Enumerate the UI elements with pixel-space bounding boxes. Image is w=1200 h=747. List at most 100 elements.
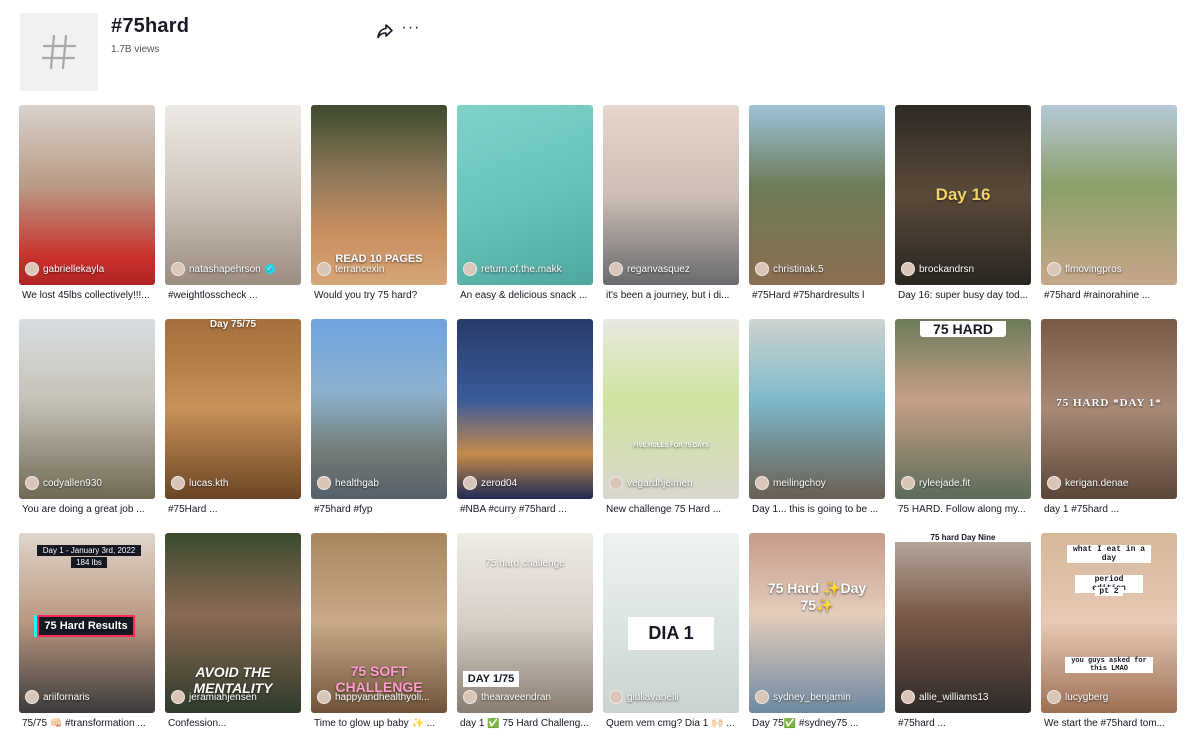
- video-thumbnail[interactable]: codyallen930: [19, 319, 155, 499]
- video-thumbnail[interactable]: meilingchoy: [749, 319, 885, 499]
- author-link[interactable]: allie_williams13: [901, 690, 1027, 704]
- author-link[interactable]: lucygberg: [1047, 690, 1173, 704]
- video-card[interactable]: 75 SOFT CHALLENGE happyandhealthyoli... Ti…: [311, 533, 447, 747]
- video-card[interactable]: return.of.the.makk An easy & delicious sn…: [457, 105, 593, 319]
- video-thumbnail[interactable]: natashapehrson ✓: [165, 105, 301, 285]
- video-caption[interactable]: Day 1... this is going to be ...: [752, 504, 885, 515]
- video-caption[interactable]: New challenge 75 Hard ...: [606, 504, 739, 515]
- video-thumbnail[interactable]: healthgab: [311, 319, 447, 499]
- video-thumbnail[interactable]: what I eat in a daylucygbergperiod editi…: [1041, 533, 1177, 713]
- video-caption[interactable]: #75hard #fyp: [314, 504, 447, 515]
- video-card[interactable]: 75 Hard Results ariifornaris Day 1 - Janua…: [19, 533, 155, 747]
- video-thumbnail[interactable]: christinak.5: [749, 105, 885, 285]
- video-caption[interactable]: 75/75 👊🏻 #transformation ...: [22, 718, 155, 729]
- video-caption[interactable]: An easy & delicious snack ...: [460, 290, 593, 301]
- author-link[interactable]: thearaveendran: [463, 690, 589, 704]
- video-caption[interactable]: You are doing a great job ...: [22, 504, 155, 515]
- video-thumbnail[interactable]: Day 75/75 lucas.kth: [165, 319, 301, 499]
- author-link[interactable]: flmovingpros: [1047, 262, 1173, 276]
- author-link[interactable]: gabriellekayla: [25, 262, 151, 276]
- video-card[interactable]: flmovingpros #75hard #rainorahine ...: [1041, 105, 1177, 319]
- author-link[interactable]: happyandhealthyoli...: [317, 690, 443, 704]
- share-button[interactable]: [375, 21, 395, 41]
- author-link[interactable]: meilingchoy: [755, 476, 881, 490]
- author-link[interactable]: terrancexin: [317, 262, 443, 276]
- video-caption[interactable]: We lost 45lbs collectively!!!...: [22, 290, 155, 301]
- author-link[interactable]: healthgab: [317, 476, 443, 490]
- video-card[interactable]: DIA 1 giuliavanelli Quem vem cmg? Dia 1 🙌🏻…: [603, 533, 739, 747]
- video-thumbnail[interactable]: zerod04: [457, 319, 593, 499]
- video-thumbnail[interactable]: 75 hard challenge thearaveendran DAY 1/75: [457, 533, 593, 713]
- author-link[interactable]: ariifornaris: [25, 690, 151, 704]
- video-card[interactable]: meilingchoy Day 1... this is going to be …: [749, 319, 885, 533]
- author-link[interactable]: ryleejade.fit: [901, 476, 1027, 490]
- video-card[interactable]: codyallen930 You are doing a great job ..…: [19, 319, 155, 533]
- more-options-button[interactable]: ···: [400, 19, 422, 39]
- video-thumbnail[interactable]: FIVE RULES FOR 75 DAYS vegardhjelmen: [603, 319, 739, 499]
- video-thumbnail[interactable]: 75 HARD ryleejade.fit: [895, 319, 1031, 499]
- author-link[interactable]: lucas.kth: [171, 476, 297, 490]
- video-caption[interactable]: it's been a journey, but i di...: [606, 290, 739, 301]
- video-caption[interactable]: Quem vem cmg? Dia 1 🙌🏻 ...: [606, 718, 739, 729]
- video-card[interactable]: Day 75/75 lucas.kth #75Hard ...: [165, 319, 301, 533]
- author-link[interactable]: jeramiahjensen: [171, 690, 297, 704]
- author-link[interactable]: kerigan.denae: [1047, 476, 1173, 490]
- video-card[interactable]: gabriellekayla We lost 45lbs collectively…: [19, 105, 155, 319]
- author-link[interactable]: return.of.the.makk: [463, 262, 589, 276]
- author-link[interactable]: vegardhjelmen: [609, 476, 735, 490]
- video-caption[interactable]: day 1 #75hard ...: [1044, 504, 1177, 515]
- video-card[interactable]: READ 10 PAGES terrancexin Would you try 75…: [311, 105, 447, 319]
- author-name: sydney_benjamin: [773, 691, 851, 703]
- video-thumbnail[interactable]: 75 HARD *DAY 1* kerigan.denae: [1041, 319, 1177, 499]
- video-card[interactable]: zerod04 #NBA #curry #75hard ...: [457, 319, 593, 533]
- video-caption[interactable]: 75 HARD. Follow along my...: [898, 504, 1031, 515]
- video-caption[interactable]: Day 16: super busy day tod...: [898, 290, 1031, 301]
- video-caption[interactable]: Time to glow up baby ✨ ...: [314, 718, 447, 729]
- video-caption[interactable]: #NBA #curry #75hard ...: [460, 504, 593, 515]
- video-card[interactable]: reganvasquez it's been a journey, but i d…: [603, 105, 739, 319]
- video-caption[interactable]: Would you try 75 hard?: [314, 290, 447, 301]
- video-thumbnail[interactable]: gabriellekayla: [19, 105, 155, 285]
- video-card[interactable]: 75 HARD *DAY 1* kerigan.denae day 1 #75har…: [1041, 319, 1177, 533]
- video-card[interactable]: 75 hard Day Nine allie_williams13 #75hard …: [895, 533, 1031, 747]
- author-link[interactable]: codyallen930: [25, 476, 151, 490]
- video-thumbnail[interactable]: reganvasquez: [603, 105, 739, 285]
- video-thumbnail[interactable]: Day 16 brockandrsn: [895, 105, 1031, 285]
- video-caption[interactable]: We start the #75hard tom...: [1044, 718, 1177, 729]
- video-thumbnail[interactable]: return.of.the.makk: [457, 105, 593, 285]
- video-caption[interactable]: #75hard ...: [898, 718, 1031, 729]
- video-card[interactable]: christinak.5 #75Hard #75hardresults l: [749, 105, 885, 319]
- video-caption[interactable]: #75Hard #75hardresults l: [752, 290, 885, 301]
- video-card[interactable]: Day 16 brockandrsn Day 16: super busy day …: [895, 105, 1031, 319]
- video-thumbnail[interactable]: AVOID THE MENTALITY jeramiahjensen: [165, 533, 301, 713]
- avatar: [901, 262, 915, 276]
- video-thumbnail[interactable]: flmovingpros: [1041, 105, 1177, 285]
- author-link[interactable]: brockandrsn: [901, 262, 1027, 276]
- video-thumbnail[interactable]: 75 SOFT CHALLENGE happyandhealthyoli...: [311, 533, 447, 713]
- author-link[interactable]: zerod04: [463, 476, 589, 490]
- video-thumbnail[interactable]: READ 10 PAGES terrancexin: [311, 105, 447, 285]
- video-caption[interactable]: #75hard #rainorahine ...: [1044, 290, 1177, 301]
- author-link[interactable]: sydney_benjamin: [755, 690, 881, 704]
- video-thumbnail[interactable]: 75 Hard ✨Day 75✨ sydney_benjamin: [749, 533, 885, 713]
- author-link[interactable]: giuliavanelli: [609, 690, 735, 704]
- video-card[interactable]: what I eat in a daylucygbergperiod editi…: [1041, 533, 1177, 747]
- video-caption[interactable]: #75Hard ...: [168, 504, 301, 515]
- video-caption[interactable]: Day 75✅ #sydney75 ...: [752, 718, 885, 729]
- video-card[interactable]: 75 Hard ✨Day 75✨ sydney_benjamin Day 75✅ #…: [749, 533, 885, 747]
- video-thumbnail[interactable]: 75 hard Day Nine allie_williams13: [895, 533, 1031, 713]
- video-card[interactable]: healthgab #75hard #fyp: [311, 319, 447, 533]
- author-link[interactable]: reganvasquez: [609, 262, 735, 276]
- author-link[interactable]: natashapehrson ✓: [171, 262, 297, 276]
- video-card[interactable]: 75 hard challenge thearaveendran DAY 1/75 d…: [457, 533, 593, 747]
- video-card[interactable]: FIVE RULES FOR 75 DAYS vegardhjelmen New c…: [603, 319, 739, 533]
- video-caption[interactable]: Confession...: [168, 718, 301, 729]
- video-card[interactable]: AVOID THE MENTALITY jeramiahjensen Confess…: [165, 533, 301, 747]
- video-caption[interactable]: day 1 ✅ 75 Hard Challeng...: [460, 718, 593, 729]
- video-caption[interactable]: #weightlosscheck ...: [168, 290, 301, 301]
- author-link[interactable]: christinak.5: [755, 262, 881, 276]
- video-thumbnail[interactable]: 75 Hard Results ariifornaris Day 1 - Janua…: [19, 533, 155, 713]
- video-card[interactable]: natashapehrson ✓ #weightlosscheck ...: [165, 105, 301, 319]
- video-thumbnail[interactable]: DIA 1 giuliavanelli: [603, 533, 739, 713]
- video-card[interactable]: 75 HARD ryleejade.fit 75 HARD. Follow alon…: [895, 319, 1031, 533]
